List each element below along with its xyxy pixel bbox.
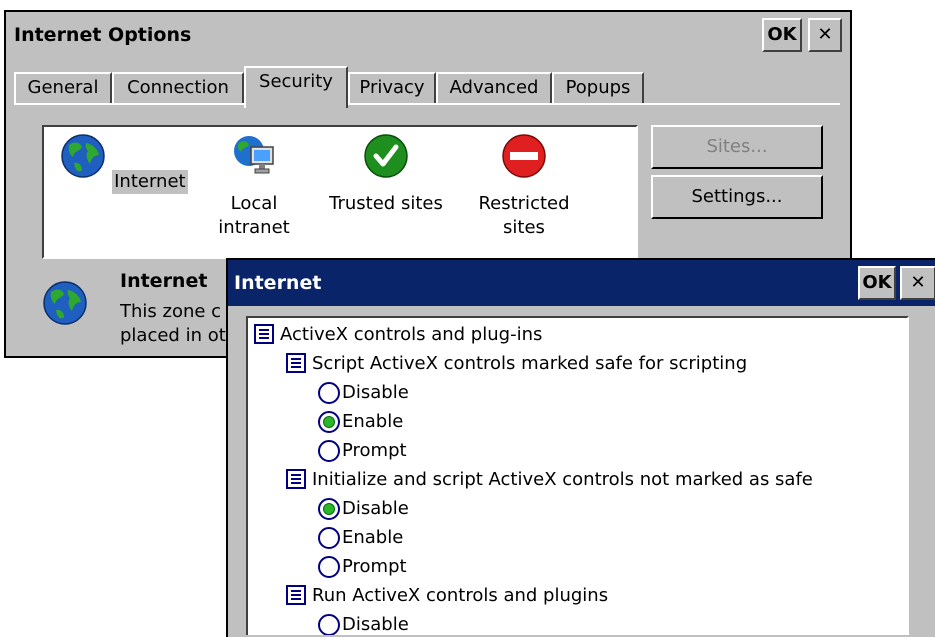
zone-restricted-sites[interactable]: Restricted sites xyxy=(454,133,594,240)
close-button[interactable]: ✕ xyxy=(808,18,842,52)
settings-list: ActiveX controls and plug-ins Script Act… xyxy=(246,316,909,635)
category-label: ActiveX controls and plug-ins xyxy=(280,324,543,345)
tab-privacy[interactable]: Privacy xyxy=(348,72,436,104)
zone-local-intranet-label: Local intranet xyxy=(218,193,290,238)
zones-list: Internet Local intranet Trusted sites Re… xyxy=(42,125,638,259)
zone-trusted-sites-label: Trusted sites xyxy=(329,193,443,214)
dialog-ok-button[interactable]: OK xyxy=(858,266,896,300)
globe-icon xyxy=(61,134,106,178)
zone-info-description: This zone c placed in ot xyxy=(120,300,230,348)
tab-general[interactable]: General xyxy=(14,72,112,104)
tab-connection[interactable]: Connection xyxy=(112,72,244,104)
zone-internet-label: Internet xyxy=(112,170,188,194)
zone-info-line: This zone c xyxy=(120,301,222,322)
radio-label: Prompt xyxy=(342,440,407,461)
tab-separator xyxy=(14,103,840,105)
tab-popups[interactable]: Popups xyxy=(552,72,644,104)
dialog-title-bar[interactable]: Internet OK ✕ xyxy=(228,260,935,306)
setting-icon xyxy=(286,585,306,605)
internet-settings-dialog: Internet OK ✕ ActiveX controls and plug-… xyxy=(226,258,935,637)
radio-button[interactable] xyxy=(318,527,340,549)
tab-advanced[interactable]: Advanced xyxy=(436,72,552,104)
radio-label: Disable xyxy=(342,614,409,635)
sites-button[interactable]: Sites... xyxy=(651,125,823,169)
settings-button[interactable]: Settings... xyxy=(651,175,823,219)
radio-button[interactable] xyxy=(318,614,340,635)
radio-button[interactable] xyxy=(318,556,340,578)
radio-label: Disable xyxy=(342,498,409,519)
radio-label: Prompt xyxy=(342,556,407,577)
radio-button-selected[interactable] xyxy=(318,498,340,520)
category-icon xyxy=(254,324,274,344)
setting-icon xyxy=(286,353,306,373)
zone-info-line: placed in ot xyxy=(120,325,226,346)
zone-local-intranet[interactable]: Local intranet xyxy=(184,133,324,240)
radio-label: Enable xyxy=(342,527,404,548)
radio-button[interactable] xyxy=(318,382,340,404)
radio-button[interactable] xyxy=(318,440,340,462)
checkmark-icon xyxy=(364,134,408,178)
zone-trusted-sites[interactable]: Trusted sites xyxy=(316,133,456,216)
setting-label: Script ActiveX controls marked safe for … xyxy=(312,353,748,374)
radio-label: Enable xyxy=(342,411,404,432)
setting-label: Initialize and script ActiveX controls n… xyxy=(312,469,813,490)
dialog-title: Internet xyxy=(234,272,322,294)
title-bar[interactable]: Internet Options OK ✕ xyxy=(6,12,850,58)
radio-button-selected[interactable] xyxy=(318,411,340,433)
zone-internet[interactable]: Internet xyxy=(54,133,194,194)
ok-button[interactable]: OK xyxy=(762,18,802,52)
setting-icon xyxy=(286,469,306,489)
setting-label: Run ActiveX controls and plugins xyxy=(312,585,609,606)
radio-label: Disable xyxy=(342,382,409,403)
zone-info-title: Internet xyxy=(120,270,208,292)
window-title: Internet Options xyxy=(14,24,192,46)
globe-icon xyxy=(43,281,87,325)
no-entry-icon xyxy=(502,134,546,178)
dialog-close-button[interactable]: ✕ xyxy=(900,266,935,300)
zone-restricted-sites-label: Restricted sites xyxy=(478,193,570,238)
tab-security[interactable]: Security xyxy=(244,66,348,108)
intranet-icon xyxy=(234,136,274,174)
